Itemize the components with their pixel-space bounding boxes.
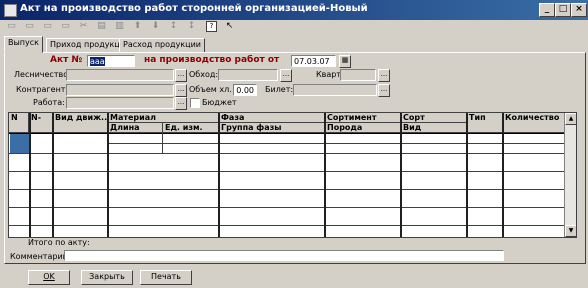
maximize-button[interactable]: □ xyxy=(555,3,571,17)
col-n[interactable]: N xyxy=(9,113,29,133)
col-grade[interactable]: Сорт xyxy=(401,113,467,123)
tab-output[interactable]: Выпуск xyxy=(4,36,43,53)
work-field[interactable] xyxy=(66,97,174,109)
close-button-footer[interactable]: Закрыть xyxy=(81,270,133,285)
close-button[interactable]: × xyxy=(571,3,587,17)
grid-header: N N- Вид движ... Материал Длина Ед. изм.… xyxy=(9,113,565,133)
col-type[interactable]: Тип xyxy=(467,113,503,133)
ticket-label: Билет: xyxy=(265,85,294,94)
copy-doc-icon[interactable]: ▭ xyxy=(24,21,35,32)
pointer-help-icon[interactable]: ↖ xyxy=(224,21,235,32)
app-icon xyxy=(4,4,17,17)
edit-doc-icon[interactable]: ▭ xyxy=(42,21,53,32)
budget-label: Бюджет xyxy=(202,98,237,107)
scroll-down-icon[interactable]: ▼ xyxy=(565,225,576,237)
row-divider xyxy=(9,225,565,226)
title-bar[interactable]: Акт на производство работ сторонней орга… xyxy=(0,0,588,20)
column-divider xyxy=(29,113,31,237)
close-button-label: Закрыть xyxy=(89,272,125,281)
row-divider xyxy=(9,189,565,190)
forestry-field[interactable] xyxy=(66,69,174,81)
print-button-label: Печать xyxy=(151,272,181,281)
scroll-up-icon[interactable]: ▲ xyxy=(565,113,576,125)
col-unit[interactable]: Ед. изм. xyxy=(163,123,219,133)
col-phase-group[interactable]: Группа фазы xyxy=(219,123,325,133)
forestry-browse-button[interactable]: ... xyxy=(175,69,187,82)
col-quantity[interactable]: Количество xyxy=(503,113,565,133)
document-window: Акт на производство работ сторонней орга… xyxy=(0,0,588,288)
act-number-value: ааа xyxy=(90,57,105,66)
new-doc-icon[interactable]: ▭ xyxy=(6,21,17,32)
forestry-label: Лесничество: xyxy=(14,70,71,79)
minimize-button[interactable]: _ xyxy=(539,3,555,17)
cut-icon[interactable]: ✂ xyxy=(78,21,89,32)
column-divider xyxy=(466,113,468,237)
column-divider xyxy=(107,113,109,237)
budget-checkbox[interactable] xyxy=(190,98,200,108)
data-grid[interactable]: N N- Вид движ... Материал Длина Ед. изм.… xyxy=(8,112,577,238)
calendar-icon[interactable]: ▦ xyxy=(339,55,351,68)
col-phase[interactable]: Фаза xyxy=(219,113,325,123)
arrow-down-icon[interactable]: ⬇ xyxy=(150,21,161,32)
date-input[interactable]: 07.03.07 xyxy=(291,55,336,67)
column-divider xyxy=(400,113,402,237)
ticket-browse-button[interactable]: ... xyxy=(378,84,390,97)
row-divider xyxy=(9,207,565,208)
selected-cell[interactable] xyxy=(10,134,29,153)
col-movement-type[interactable]: Вид движ... xyxy=(53,113,108,133)
sort-desc-icon[interactable]: ↕ xyxy=(186,21,197,32)
comment-label: Комментарий: xyxy=(10,252,71,261)
volume-label: Объем хл. xyxy=(189,85,232,94)
toolbar: ▭ ▭ ▭ ▭ ✂ ▤ ▥ ⬆ ⬇ ↕ ↕ ? ↖ xyxy=(0,20,588,34)
column-divider xyxy=(502,113,504,237)
col-n-minus[interactable]: N- xyxy=(29,113,53,133)
window-title: Акт на производство работ сторонней орга… xyxy=(20,3,368,14)
contractor-label: Контрагент: xyxy=(16,85,69,94)
act-number-label: Акт № xyxy=(50,55,83,65)
row-divider xyxy=(9,153,565,154)
tab-outgoing-products[interactable]: Расход продукции xyxy=(119,38,205,53)
print-button[interactable]: Печать xyxy=(140,270,192,285)
column-divider xyxy=(218,113,220,237)
paste-icon[interactable]: ▤ xyxy=(96,21,107,32)
quarter-browse-button[interactable]: ... xyxy=(378,69,390,82)
arrow-up-icon[interactable]: ⬆ xyxy=(132,21,143,32)
row-divider xyxy=(9,133,565,134)
quarter-field[interactable] xyxy=(340,69,376,81)
help-icon[interactable]: ? xyxy=(206,21,217,32)
col-assortment[interactable]: Сортимент xyxy=(325,113,401,123)
ok-button-label: OK xyxy=(43,272,55,281)
total-label: Итого по акту: xyxy=(28,238,90,247)
comment-field[interactable] xyxy=(64,250,504,261)
col-kind[interactable]: Вид xyxy=(401,123,467,133)
round-label: Обход: xyxy=(189,70,219,79)
work-label: Работа: xyxy=(33,98,65,107)
round-field[interactable] xyxy=(218,69,278,81)
vertical-scrollbar[interactable]: ▲ ▼ xyxy=(564,113,576,237)
ticket-field[interactable] xyxy=(293,84,377,96)
filter-icon[interactable]: ▥ xyxy=(114,21,125,32)
row-divider xyxy=(9,171,565,172)
contractor-field[interactable] xyxy=(66,84,174,96)
contractor-browse-button[interactable]: ... xyxy=(175,84,187,97)
work-browse-button[interactable]: ... xyxy=(175,97,187,110)
delete-doc-icon[interactable]: ▭ xyxy=(60,21,71,32)
round-browse-button[interactable]: ... xyxy=(280,69,292,82)
sort-asc-icon[interactable]: ↕ xyxy=(168,21,179,32)
column-divider xyxy=(162,133,163,153)
col-species[interactable]: Порода xyxy=(325,123,401,133)
volume-field[interactable]: 0.00 xyxy=(233,84,257,96)
row-divider xyxy=(108,143,576,144)
on-production-label: на производство работ от xyxy=(144,55,280,65)
col-length[interactable]: Длина xyxy=(108,123,163,133)
budget-label-text: Бюджет xyxy=(202,98,237,107)
ok-button[interactable]: OK xyxy=(28,270,70,285)
column-divider xyxy=(324,113,326,237)
act-number-input[interactable]: ааа xyxy=(87,55,135,67)
col-material[interactable]: Материал xyxy=(108,113,219,123)
column-divider xyxy=(52,113,54,237)
